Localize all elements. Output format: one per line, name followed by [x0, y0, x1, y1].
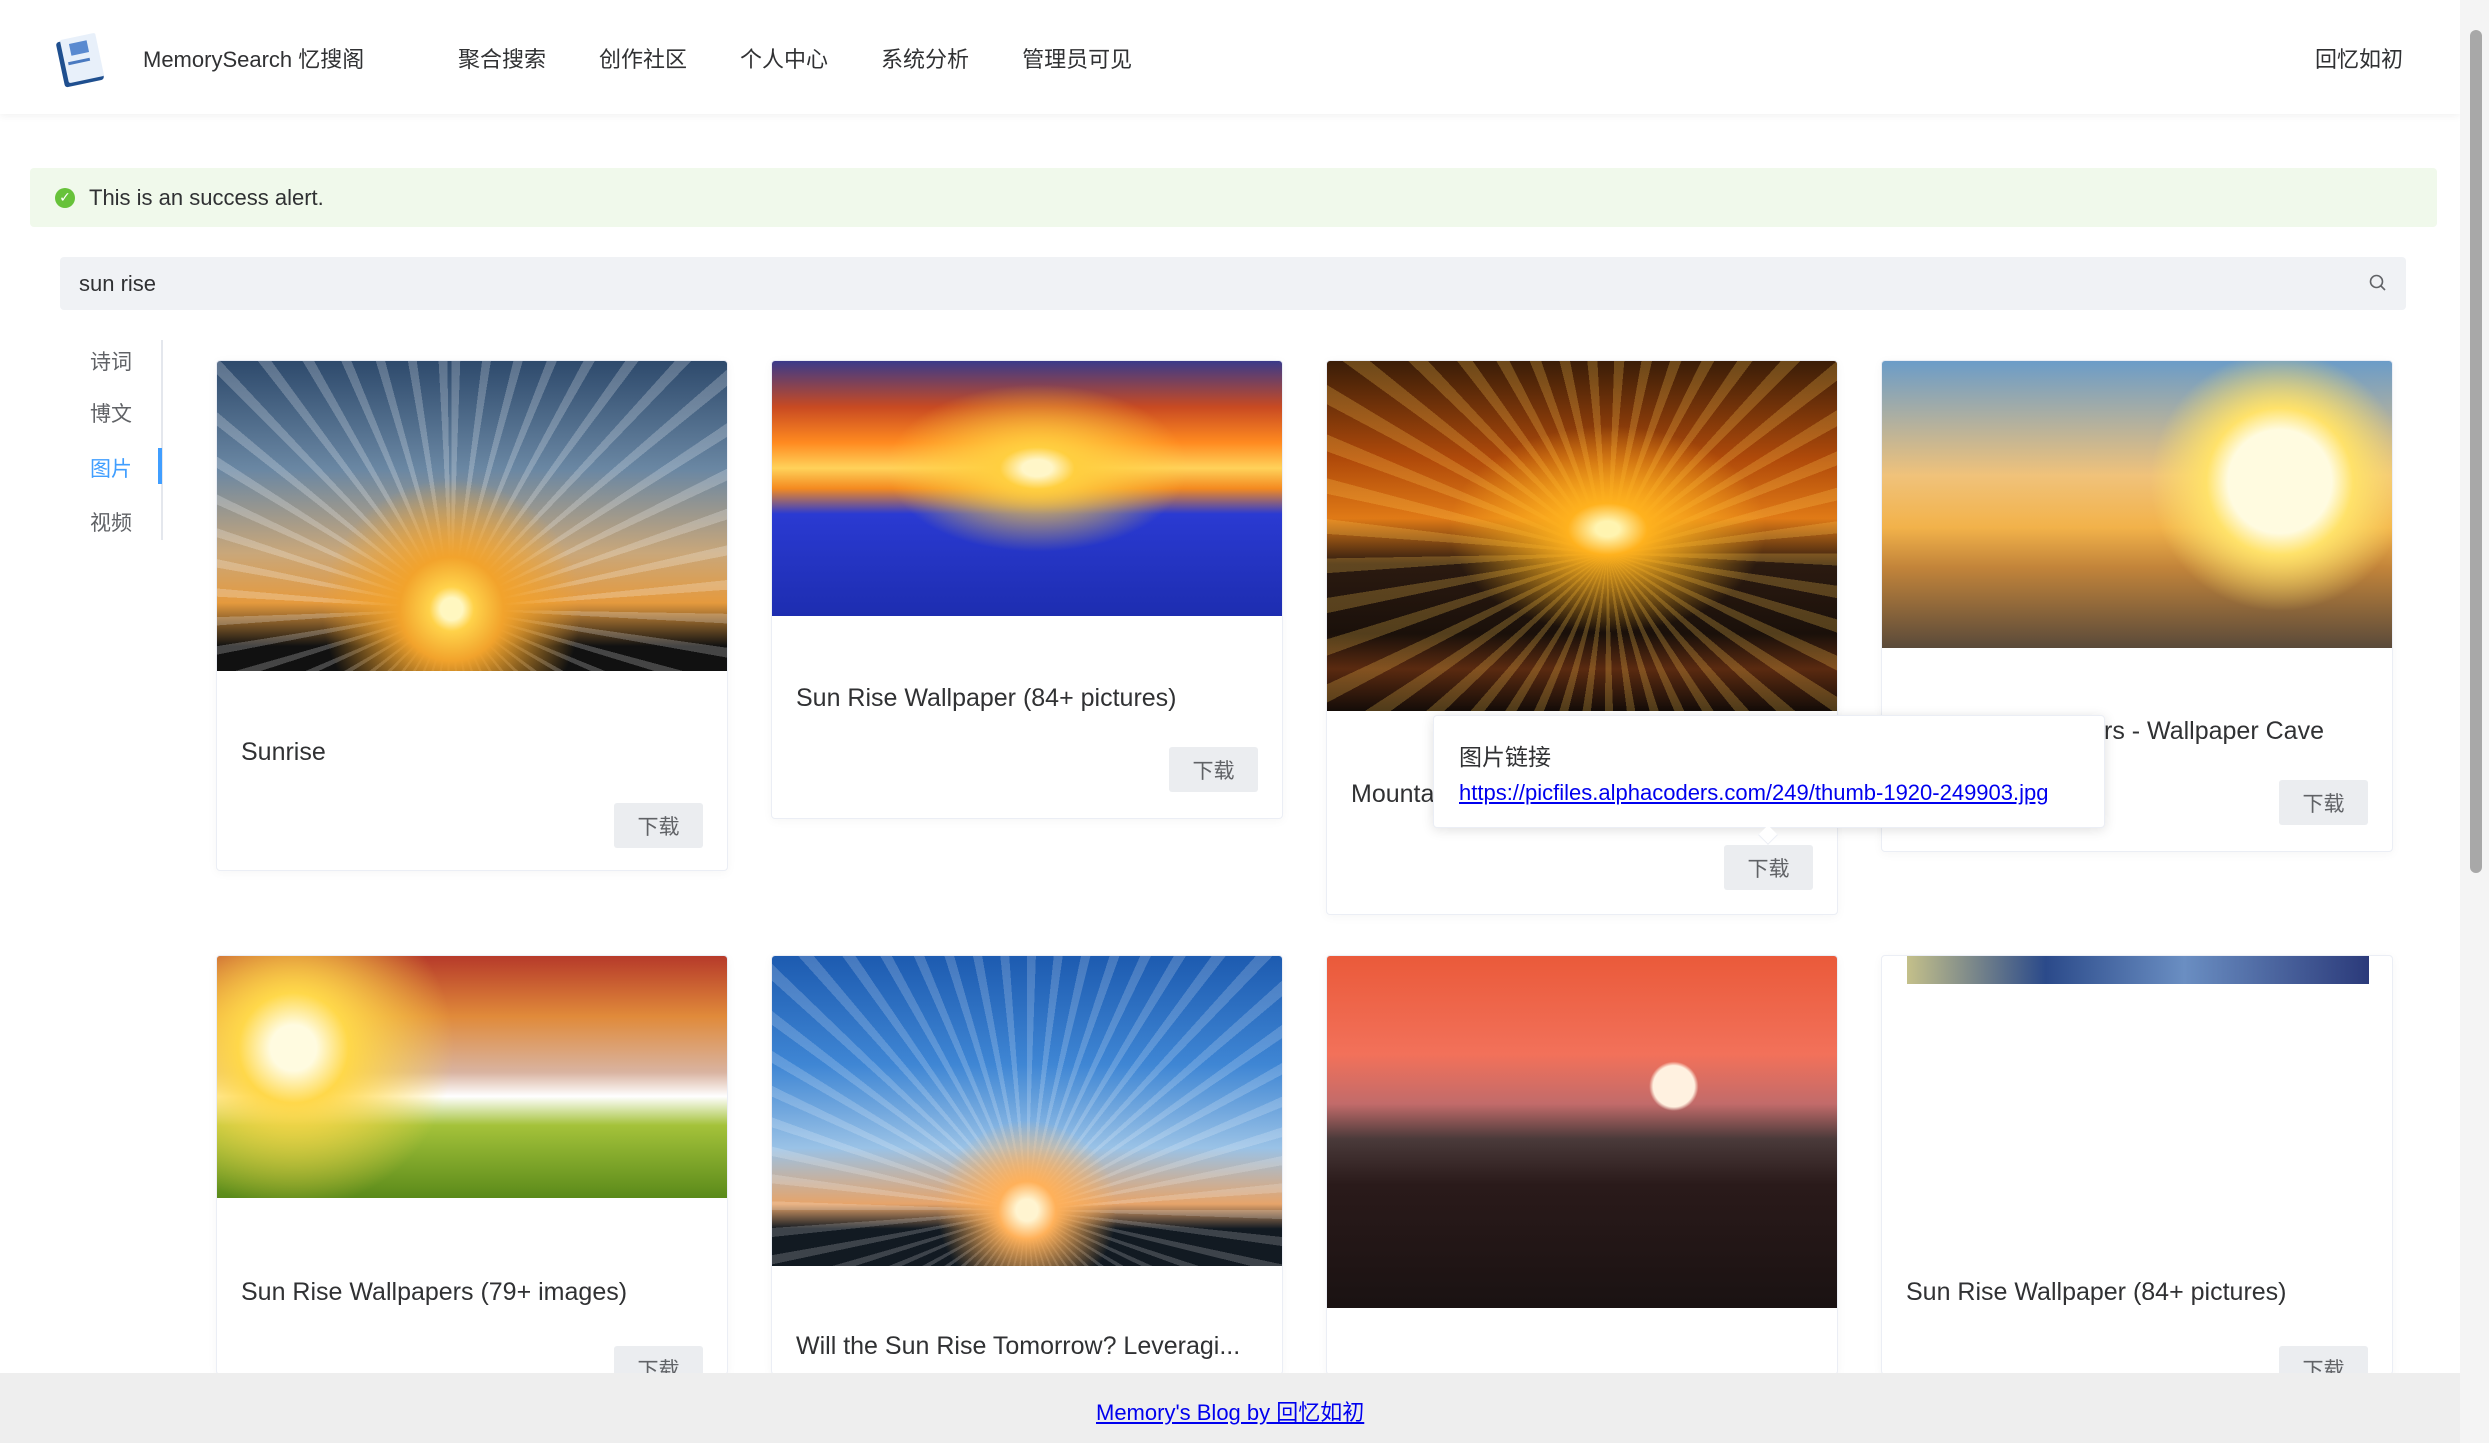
- tab-posts[interactable]: 博文: [90, 398, 132, 428]
- nav-item-admin[interactable]: 管理员可见: [1022, 42, 1132, 74]
- category-tabs: 诗词 博文 图片 视频: [60, 340, 163, 540]
- card-title: Sunrise: [241, 738, 326, 766]
- nav-item-community[interactable]: 创作社区: [599, 42, 687, 74]
- main-nav: 聚合搜索 创作社区 个人中心 系统分析 管理员可见: [458, 42, 1185, 74]
- search-bar: [60, 257, 2406, 310]
- card-image[interactable]: [217, 956, 727, 1198]
- card-title: Sun Rise Wallpaper (84+ pictures): [1906, 1278, 2287, 1306]
- search-input[interactable]: [60, 257, 2406, 310]
- image-card[interactable]: Sun Rise Wallpaper (84+ pictures) 下载: [1881, 955, 2393, 1375]
- search-icon[interactable]: [2368, 273, 2388, 293]
- active-tab-indicator: [158, 448, 162, 484]
- top-navbar: MemorySearch 忆搜阁 聚合搜索 创作社区 个人中心 系统分析 管理员…: [0, 0, 2460, 114]
- user-menu[interactable]: 回忆如初: [2315, 42, 2403, 74]
- brand-name: MemorySearch 忆搜阁: [143, 47, 365, 72]
- tab-images[interactable]: 图片: [90, 453, 132, 483]
- popover-title: 图片链接: [1459, 744, 1551, 770]
- download-button[interactable]: 下载: [2279, 780, 2368, 825]
- card-image[interactable]: [1327, 361, 1837, 711]
- image-card[interactable]: Sunrise 下载: [216, 360, 728, 871]
- download-button[interactable]: 下载: [614, 1346, 703, 1374]
- card-title: Sun Rise Wallpapers (79+ images): [241, 1278, 628, 1306]
- tab-videos[interactable]: 视频: [90, 507, 132, 537]
- card-image[interactable]: [217, 361, 727, 671]
- scrollbar-thumb[interactable]: [2470, 30, 2482, 873]
- card-image[interactable]: [1882, 361, 2392, 648]
- image-card[interactable]: Sun Rise Wallpaper (84+ pictures) 下载: [771, 360, 1283, 819]
- download-button[interactable]: 下载: [1724, 845, 1813, 890]
- footer-blog-link[interactable]: Memory's Blog by 回忆如初: [1096, 1395, 1364, 1427]
- card-title: rs - Wallpaper Cave: [2104, 717, 2324, 745]
- footer: Memory's Blog by 回忆如初: [0, 1373, 2460, 1443]
- card-title: Will the Sun Rise Tomorrow? Leveragi...: [796, 1332, 1241, 1360]
- image-link-popover: 图片链接 https://picfiles.alphacoders.com/24…: [1433, 715, 2105, 845]
- check-circle-icon: ✓: [55, 187, 75, 208]
- card-title: Mounta: [1351, 780, 1435, 808]
- image-card[interactable]: Sun Rise Wallpapers (79+ images) 下载: [216, 955, 728, 1375]
- download-button[interactable]: 下载: [1169, 747, 1258, 792]
- card-image[interactable]: [1907, 956, 2369, 984]
- nav-item-aggregate-search[interactable]: 聚合搜索: [458, 42, 546, 74]
- image-card[interactable]: [1326, 955, 1838, 1375]
- tab-poetry[interactable]: 诗词: [90, 346, 132, 376]
- download-button[interactable]: 下载: [614, 803, 703, 848]
- card-title: Sun Rise Wallpaper (84+ pictures): [796, 684, 1177, 712]
- image-card[interactable]: Will the Sun Rise Tomorrow? Leveragi...: [771, 955, 1283, 1375]
- card-image[interactable]: [772, 361, 1282, 616]
- card-image[interactable]: [1327, 956, 1837, 1308]
- nav-item-analytics[interactable]: 系统分析: [881, 42, 969, 74]
- success-alert: ✓ This is an success alert.: [30, 168, 2437, 227]
- alert-text: This is an success alert.: [89, 184, 324, 210]
- nav-item-profile[interactable]: 个人中心: [740, 42, 828, 74]
- card-image[interactable]: [772, 956, 1282, 1266]
- download-button[interactable]: 下载: [2279, 1346, 2368, 1374]
- image-url-link[interactable]: https://picfiles.alphacoders.com/249/thu…: [1459, 780, 2048, 806]
- logo-icon[interactable]: [50, 26, 114, 90]
